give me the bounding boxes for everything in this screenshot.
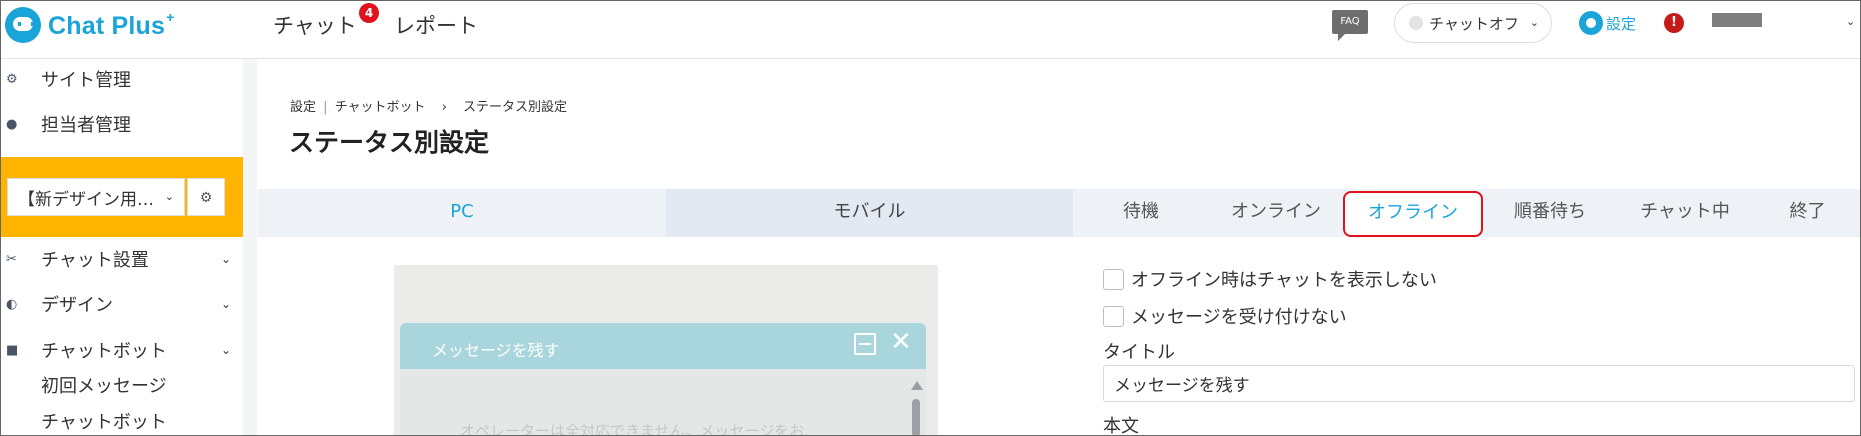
sidebar: ⚙ サイト管理 ● 担当者管理 【新デザイン用… ⌄ ⚙ ✂ チャット設置 ⌄ … [1,59,243,435]
sidebar-item-chatbot[interactable]: ■ チャットボット ⌄ [1,330,243,370]
users-icon: ● [6,116,18,132]
tab-chatting[interactable]: チャット中 [1617,189,1753,237]
tab-waiting[interactable]: 順番待ち [1483,189,1617,237]
sidebar-item-label: サイト管理 [41,70,131,91]
faq-icon[interactable]: FAQ [1332,10,1368,41]
chat-window-title: メッセージを残す [432,341,560,360]
site-settings-gear-icon[interactable]: ⚙ [187,178,225,216]
sidebar-item-label: 担当者管理 [41,115,131,136]
sidebar-subitem-first-message[interactable]: 初回メッセージ [41,372,167,398]
close-icon[interactable]: ✕ [890,329,912,355]
app-frame: Chat Plus+ チャット 4 レポート FAQ チャットオフ ⌄ 設定 !… [0,0,1861,436]
page-title: ステータス別設定 [289,128,490,157]
settings-link[interactable]: 設定 [1579,11,1636,35]
tab-ended[interactable]: 終了 [1753,189,1860,237]
breadcrumb-arrow: › [441,100,447,115]
device-tabs: PC モバイル [258,189,1073,237]
gear-icon [1579,11,1603,35]
breadcrumb-chatbot[interactable]: チャットボット [335,100,426,115]
top-bar: Chat Plus+ チャット 4 レポート FAQ チャットオフ ⌄ 設定 !… [1,1,1860,59]
chat-window-preview: メッセージを残す ✕ オペレーターは全対応できません。メッセージをお [400,323,926,436]
sidebar-item-chat-install[interactable]: ✂ チャット設置 ⌄ [1,239,243,279]
tools-icon: ✂ [6,251,17,267]
chat-window-header: メッセージを残す ✕ [400,323,926,369]
nav-chat[interactable]: チャット [273,10,357,40]
chat-bubble-logo-icon [5,7,41,43]
chat-status-value: チャットオフ [1429,14,1519,33]
sidebar-item-label: チャット設置 [41,250,149,271]
status-dot-icon [1409,16,1423,30]
status-tabs: 待機 オンライン オフライン 順番待ち チャット中 終了 [1073,189,1860,237]
nav-report[interactable]: レポート [394,10,478,40]
logo-text: Chat Plus+ [48,9,175,40]
hide-chat-offline-row[interactable]: オフライン時はチャットを表示しない [1103,266,1437,292]
hide-chat-offline-checkbox[interactable] [1103,268,1124,290]
site-selector-panel: 【新デザイン用… ⌄ ⚙ [1,157,243,237]
title-input[interactable] [1103,365,1855,402]
chat-count-badge: 4 [359,3,379,23]
breadcrumb-settings[interactable]: 設定 [290,100,316,115]
user-menu-chevron-icon[interactable]: ⌄ [1846,15,1855,28]
chat-bubbles-icon: ■ [6,342,19,358]
tab-pc[interactable]: PC [258,189,666,237]
user-name-redacted[interactable] [1712,13,1762,27]
no-messages-label: メッセージを受け付けない [1131,307,1347,328]
no-messages-row[interactable]: メッセージを受け付けない [1103,303,1347,329]
breadcrumb-separator: | [323,100,328,115]
sidebar-item-staff-management[interactable]: ● 担当者管理 [1,104,243,144]
chat-status-select[interactable]: チャットオフ ⌄ [1394,3,1552,43]
logo[interactable]: Chat Plus+ [5,7,175,43]
tab-standby[interactable]: 待機 [1073,189,1209,237]
title-field-label: タイトル [1103,342,1175,363]
sidebar-item-site-management[interactable]: ⚙ サイト管理 [1,59,243,99]
scroll-up-icon[interactable] [911,381,923,390]
sidebar-item-label: チャットボット [41,341,167,362]
no-messages-checkbox[interactable] [1103,305,1124,327]
tab-online[interactable]: オンライン [1209,189,1343,237]
sidebar-item-design[interactable]: ◐ デザイン ⌄ [1,284,243,324]
site-select[interactable]: 【新デザイン用… ⌄ [7,178,185,216]
breadcrumb-current: ステータス別設定 [463,100,568,115]
alert-icon[interactable]: ! [1664,13,1684,33]
settings-label: 設定 [1606,14,1637,33]
chevron-down-icon: ⌄ [1529,16,1539,29]
chevron-down-icon: ⌄ [221,297,232,311]
chevron-down-icon: ⌄ [221,343,232,357]
sidebar-subitem-chatbot[interactable]: チャットボット [41,408,167,434]
gears-icon: ⚙ [6,71,18,87]
scrollbar-thumb[interactable] [912,399,920,435]
hide-chat-offline-label: オフライン時はチャットを表示しない [1131,270,1437,291]
site-select-value: 【新デザイン用… [18,189,154,210]
minimize-icon[interactable] [854,333,876,355]
body-field-label: 本文 [1103,416,1139,436]
chevron-down-icon: ⌄ [164,190,174,203]
tab-offline[interactable]: オフライン [1343,191,1483,237]
breadcrumb: 設定 | チャットボット › ステータス別設定 [290,96,567,115]
chat-window-body-text: オペレーターは全対応できません。メッセージをお [460,422,805,436]
tab-mobile[interactable]: モバイル [666,189,1073,237]
palette-icon: ◐ [6,296,18,312]
sidebar-item-label: デザイン [41,295,113,316]
sidebar-scroll-gutter [243,59,257,435]
chevron-down-icon: ⌄ [221,252,232,266]
